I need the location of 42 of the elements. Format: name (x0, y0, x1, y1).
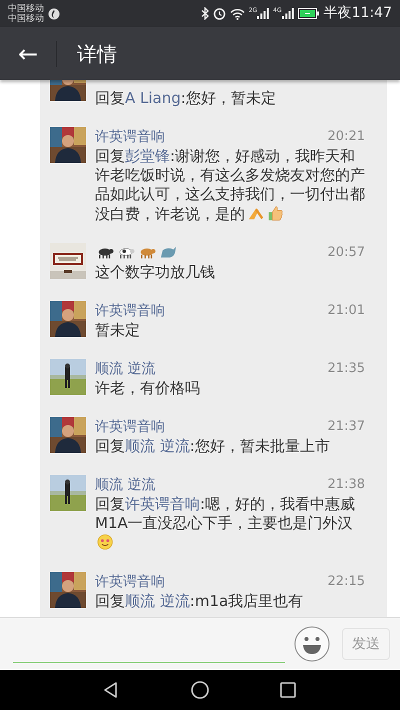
reply-name-link[interactable]: 彭堂锋 (125, 147, 170, 165)
comment-time: 20:21 (328, 128, 365, 146)
alarm-icon (212, 7, 226, 20)
comment-time: 21:01 (328, 302, 365, 320)
home-circle-button[interactable] (190, 680, 210, 700)
commenter-name[interactable]: 许英谔音响 (95, 126, 165, 148)
bluetooth-icon (200, 7, 209, 20)
comment-text: 许老，有价格吗 (95, 379, 201, 398)
comment-text: 暂未定 (95, 321, 141, 340)
page-title: 详情 (77, 40, 117, 68)
carrier-label: 中国移动 (8, 4, 44, 14)
back-button[interactable]: ← (0, 42, 56, 66)
commenter-name[interactable]: 顺流 逆流 (95, 474, 156, 496)
emoji-icon[interactable] (294, 626, 330, 662)
commenter-name[interactable]: 许英谔音响 (95, 300, 165, 322)
comment-text: 回复顺流 逆流:m1a我店里也有 (95, 592, 304, 611)
reply-name-link[interactable]: 顺流 逆流 (125, 437, 190, 455)
wifi-icon (230, 8, 245, 20)
signal-icon (257, 8, 270, 19)
carrier-label: 中国移动 (8, 14, 44, 24)
comment-text: 回复许英谔音响:嗯，好的，我看中惠威M1A一直没忍心下手，主要也是门外汉 (95, 495, 367, 553)
recents-square-button[interactable] (278, 680, 298, 700)
comment-text: 回复A Liang:您好，暂未定 (95, 89, 277, 108)
signal-icon (282, 8, 294, 19)
commenter-name[interactable]: 顺流 逆流 (95, 358, 156, 380)
reply-name-link[interactable]: A Liang (125, 89, 181, 107)
comment-time: 20:57 (328, 244, 365, 262)
comment-time: 22:15 (328, 573, 365, 592)
comment-time: 21:35 (328, 360, 365, 378)
comment-time: 21:37 (328, 418, 365, 436)
comment-time: 21:38 (328, 476, 365, 494)
comment-text: 回复彭堂锋:谢谢您，好感动，我昨天和许老吃饭时说，有这么多发烧友对您的产品如此认可，这么支持我们，一切付出都没白费，许老说，是的 (95, 147, 366, 224)
comment-text: 回复顺流 逆流:您好，暂未批量上市 (95, 437, 331, 456)
battery-icon (298, 8, 320, 19)
commenter-name[interactable]: 许英谔音响 (95, 416, 165, 438)
comment-text: 这个数字功放几钱 (95, 263, 216, 282)
clock-time: 半夜11:47 (324, 4, 392, 23)
thumbs-up-icon (267, 204, 285, 222)
reply-name-link[interactable]: 许英谔音响 (125, 495, 200, 513)
commenter-name[interactable]: 许英谔音响 (95, 572, 165, 592)
reply-name-link[interactable]: 顺流 逆流 (125, 592, 190, 610)
smiley-icon (97, 533, 115, 551)
